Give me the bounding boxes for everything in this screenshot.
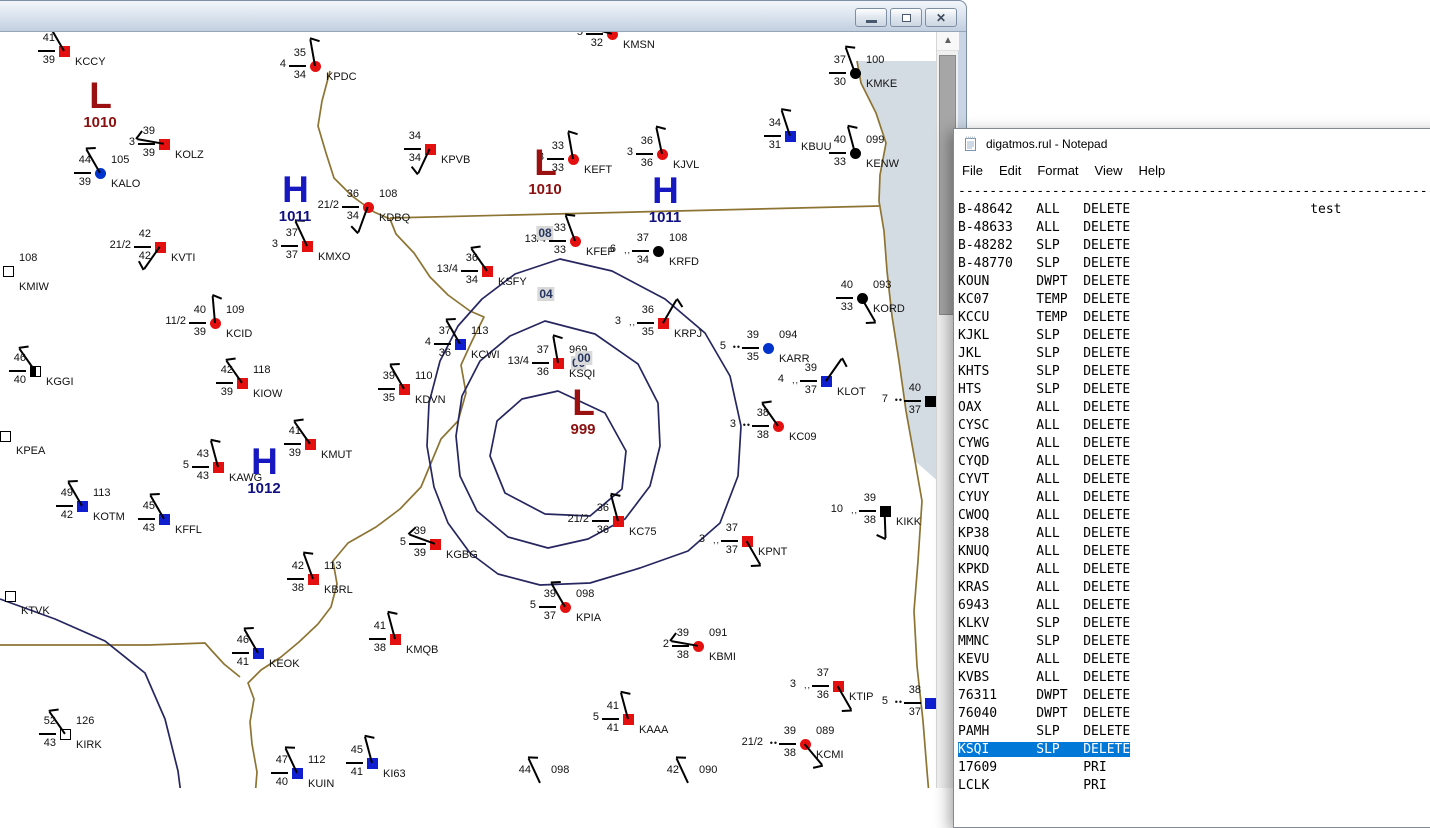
rule-line-MMNC: MMNC SLP DELETE — [958, 633, 1430, 651]
restore-icon — [902, 14, 911, 22]
station-symbol — [763, 343, 774, 354]
station-symbol — [785, 131, 796, 142]
station-symbol — [3, 266, 14, 277]
pressure-center-l-1010: L1010 — [528, 144, 561, 198]
scroll-up-button[interactable]: ▲ — [937, 31, 959, 51]
rule-line-B-48633: B-48633 ALL DELETE — [958, 219, 1430, 237]
station-symbol — [0, 431, 11, 442]
menu-item-file[interactable]: File — [954, 161, 991, 180]
map-window: 4139KCCY39393KOLZ4439105KALO325KMSN37301… — [0, 0, 967, 787]
notepad-titlebar[interactable]: digatmos.rul - Notepad — [954, 129, 1430, 159]
desktop: { "map_window": { "titlebar_buttons": [ … — [0, 0, 1430, 787]
rule-line-B-48282: B-48282 SLP DELETE — [958, 237, 1430, 255]
rule-line-KNUQ: KNUQ ALL DELETE — [958, 543, 1430, 561]
isobar-southwest — [0, 599, 184, 788]
state-border-wi-il — [390, 206, 879, 218]
menu-item-view[interactable]: View — [1087, 161, 1131, 180]
station-symbol — [213, 462, 224, 473]
rule-line-KVBS: KVBS ALL DELETE — [958, 669, 1430, 687]
menu-item-format[interactable]: Format — [1029, 161, 1086, 180]
rule-line-KOUN: KOUN DWPT DELETE — [958, 273, 1430, 291]
rule-line-KCCU: KCCU TEMP DELETE — [958, 309, 1430, 327]
rule-line-B-48642: B-48642 ALL DELETE test — [958, 201, 1430, 219]
notepad-title: digatmos.rul - Notepad — [986, 137, 1107, 151]
pressure-center-h-1011: H1011 — [649, 172, 682, 226]
rule-line-KC07: KC07 TEMP DELETE — [958, 291, 1430, 309]
rule-line-HTS: HTS SLP DELETE — [958, 381, 1430, 399]
rule-line-KRAS: KRAS ALL DELETE — [958, 579, 1430, 597]
pressure-center-h-1012: H1012 — [247, 443, 280, 497]
restore-button[interactable] — [890, 8, 922, 27]
notepad-window: digatmos.rul - Notepad FileEditFormatVie… — [953, 128, 1430, 828]
separator-line: ----------------------------------------… — [958, 183, 1430, 201]
rule-line-CYSC: CYSC ALL DELETE — [958, 417, 1430, 435]
rule-line-CYWG: CYWG ALL DELETE — [958, 435, 1430, 453]
station-symbol — [850, 148, 861, 159]
rule-line-CYVT: CYVT ALL DELETE — [958, 471, 1430, 489]
rule-line-KHTS: KHTS SLP DELETE — [958, 363, 1430, 381]
rule-line-17609: 17609 PRI — [958, 759, 1430, 777]
rule-line-6943: 6943 ALL DELETE — [958, 597, 1430, 615]
rule-line-CYUY: CYUY ALL DELETE — [958, 489, 1430, 507]
map-canvas[interactable]: 4139KCCY39393KOLZ4439105KALO325KMSN37301… — [0, 31, 936, 788]
rule-line-CYQD: CYQD ALL DELETE — [958, 453, 1430, 471]
isobar-label-04: 04 — [537, 287, 554, 301]
rule-line-JKL: JKL SLP DELETE — [958, 345, 1430, 363]
pressure-center-h-1011: H1011 — [279, 171, 312, 225]
station-symbol — [570, 236, 581, 247]
pressure-center-l-1010: L1010 — [83, 77, 116, 131]
station-symbol — [925, 396, 936, 407]
station-symbol — [613, 516, 624, 527]
rule-line-KJKL: KJKL SLP DELETE — [958, 327, 1430, 345]
rule-line-KLKV: KLKV SLP DELETE — [958, 615, 1430, 633]
station-symbol — [390, 634, 401, 645]
isobar-label-00: 00 — [575, 351, 592, 365]
isobar-inner — [490, 391, 626, 516]
menu-item-help[interactable]: Help — [1130, 161, 1173, 180]
pressure-center-l-999: L999 — [570, 384, 595, 438]
rule-line-76311: 76311 DWPT DELETE — [958, 687, 1430, 705]
minimize-button[interactable] — [855, 8, 887, 27]
map-titlebar: ✕ — [0, 1, 966, 32]
rule-line-B-48770: B-48770 SLP DELETE — [958, 255, 1430, 273]
rule-line-PAMH: PAMH SLP DELETE — [958, 723, 1430, 741]
lake-michigan — [857, 61, 936, 483]
rule-line-KPKD: KPKD ALL DELETE — [958, 561, 1430, 579]
station-symbol — [850, 68, 861, 79]
station-symbol — [653, 246, 664, 257]
rule-line-KSQI: KSQI SLP DELETE — [958, 741, 1430, 759]
station-symbol — [925, 698, 936, 709]
station-symbol — [430, 539, 441, 550]
rule-line-CWOQ: CWOQ ALL DELETE — [958, 507, 1430, 525]
isobar-label-08: 08 — [536, 226, 553, 240]
selected-text: KSQI SLP DELETE — [958, 742, 1130, 757]
rule-line-LCLK: LCLK PRI — [958, 777, 1430, 795]
station-symbol — [623, 714, 634, 725]
close-button[interactable]: ✕ — [925, 8, 957, 27]
state-border-mo-ia — [0, 643, 240, 677]
notepad-menubar: FileEditFormatViewHelp — [954, 159, 1430, 182]
rule-line-KP38: KP38 ALL DELETE — [958, 525, 1430, 543]
station-symbol — [308, 574, 319, 585]
station-symbol — [367, 758, 378, 769]
rule-line-OAX: OAX ALL DELETE — [958, 399, 1430, 417]
rule-line-KEVU: KEVU ALL DELETE — [958, 651, 1430, 669]
close-icon: ✕ — [936, 12, 946, 24]
notepad-icon — [963, 136, 979, 152]
rule-line-76040: 76040 DWPT DELETE — [958, 705, 1430, 723]
notepad-text-area[interactable]: ----------------------------------------… — [954, 182, 1430, 827]
menu-item-edit[interactable]: Edit — [991, 161, 1029, 180]
station-symbol — [5, 591, 16, 602]
minimize-icon — [866, 20, 877, 23]
